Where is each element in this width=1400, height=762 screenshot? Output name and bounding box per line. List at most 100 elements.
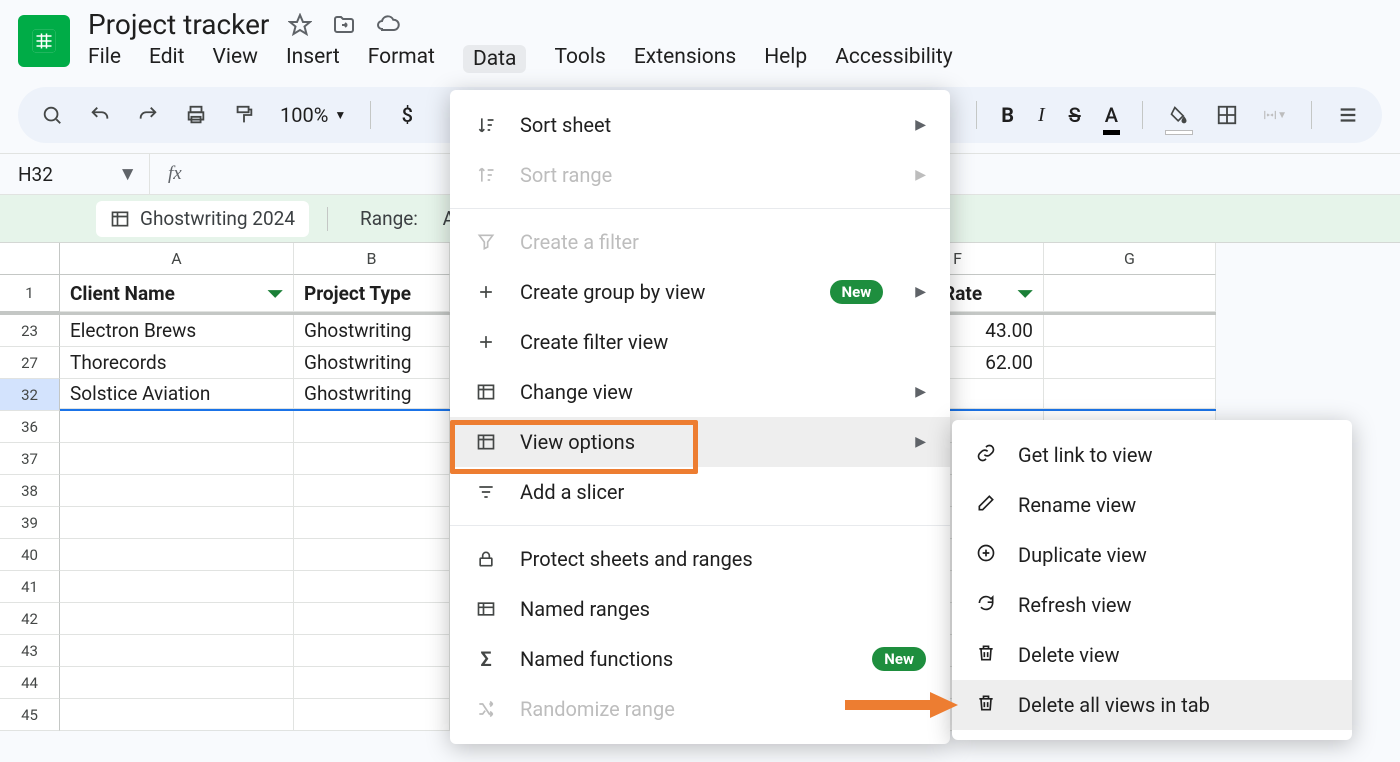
row-header-36[interactable]: 36 (0, 411, 60, 443)
zoom-select[interactable]: 100% ▼ (280, 103, 346, 127)
row-header-37[interactable]: 37 (0, 443, 60, 475)
lock-icon (474, 547, 498, 571)
row-header-39[interactable]: 39 (0, 507, 60, 539)
submenu-duplicate-view[interactable]: Duplicate view (952, 530, 1352, 580)
menu-create-group-view[interactable]: Create group by view New ▶ (450, 267, 950, 317)
sort-range-icon (474, 163, 498, 187)
filter-view-name[interactable]: Ghostwriting 2024 (96, 201, 309, 237)
view-options-submenu: Get link to view Rename view Duplicate v… (952, 420, 1352, 740)
table-view-icon (474, 380, 498, 404)
star-icon[interactable] (287, 12, 313, 38)
menu-protect-sheets[interactable]: Protect sheets and ranges (450, 534, 950, 584)
menu-view[interactable]: View (213, 45, 258, 73)
row-header-42[interactable]: 42 (0, 603, 60, 635)
cell[interactable]: Ghostwriting (294, 379, 450, 409)
filter-icon[interactable]: ⏷ (268, 282, 283, 305)
row-header-23[interactable]: 23 (0, 315, 60, 347)
doc-title[interactable]: Project tracker (88, 8, 269, 41)
col-header-b[interactable]: B (294, 243, 450, 275)
row-header-38[interactable]: 38 (0, 475, 60, 507)
fx-icon: fx (168, 163, 182, 185)
trash-icon (976, 693, 996, 718)
menu-data[interactable]: Data (463, 45, 527, 73)
cell-reference-box[interactable]: H32▼ (0, 154, 150, 194)
paint-format-icon[interactable] (232, 103, 256, 127)
print-icon[interactable] (184, 103, 208, 127)
bold-button[interactable]: B (1001, 103, 1014, 127)
row-header-41[interactable]: 41 (0, 571, 60, 603)
submenu-rename-view[interactable]: Rename view (952, 480, 1352, 530)
row-header-45[interactable]: 45 (0, 699, 60, 731)
menu-file[interactable]: File (88, 45, 121, 73)
menu-named-functions[interactable]: Σ Named functions New (450, 634, 950, 684)
named-ranges-icon (474, 597, 498, 621)
borders-button[interactable] (1215, 103, 1239, 127)
cloud-status-icon[interactable] (375, 12, 401, 38)
header-project-type[interactable]: Project Type (294, 275, 450, 312)
cell[interactable]: Ghostwriting (294, 347, 450, 379)
cell[interactable]: Thorecords (60, 347, 294, 379)
submenu-refresh-view[interactable]: Refresh view (952, 580, 1352, 630)
table-view-icon (474, 430, 498, 454)
currency-icon[interactable]: $ (395, 103, 419, 127)
menu-accessibility[interactable]: Accessibility (835, 45, 953, 73)
move-folder-icon[interactable] (331, 12, 357, 38)
search-icon[interactable] (40, 103, 64, 127)
undo-icon[interactable] (88, 103, 112, 127)
filter-icon[interactable]: ⏷ (1018, 282, 1033, 305)
menu-add-slicer[interactable]: Add a slicer (450, 467, 950, 517)
redo-icon[interactable] (136, 103, 160, 127)
menu-randomize-range: Randomize range (450, 684, 950, 734)
menu-edit[interactable]: Edit (149, 45, 185, 73)
menu-change-view[interactable]: Change view▶ (450, 367, 950, 417)
trash-icon (976, 643, 996, 668)
menu-format[interactable]: Format (368, 45, 435, 73)
link-icon (976, 443, 996, 468)
row-header-43[interactable]: 43 (0, 635, 60, 667)
menu-extensions[interactable]: Extensions (634, 45, 736, 73)
new-badge: New (872, 647, 926, 671)
cell[interactable]: Solstice Aviation (60, 379, 294, 409)
text-color-button[interactable]: A (1105, 103, 1118, 127)
menu-sort-sheet[interactable]: Sort sheet▶ (450, 100, 950, 150)
sort-icon (474, 113, 498, 137)
header-client-name[interactable]: Client Name⏷ (60, 275, 294, 312)
col-header-a[interactable]: A (60, 243, 294, 275)
row-header-27[interactable]: 27 (0, 347, 60, 379)
menu-view-options[interactable]: View options▶ (450, 417, 950, 467)
fill-color-button[interactable] (1167, 103, 1191, 127)
row-header-32[interactable]: 32 (0, 379, 60, 411)
new-badge: New (830, 280, 884, 304)
shuffle-icon (474, 697, 498, 721)
row-headers: 1 23 27 32 36 37 38 39 40 41 42 43 44 45 (0, 275, 60, 731)
submenu-delete-all-views[interactable]: Delete all views in tab (952, 680, 1352, 730)
row-header-1[interactable]: 1 (0, 275, 60, 315)
menubar: File Edit View Insert Format Data Tools … (88, 45, 953, 73)
menu-create-filter-view[interactable]: Create filter view (450, 317, 950, 367)
col-header-g[interactable]: G (1044, 243, 1216, 275)
align-button[interactable] (1336, 103, 1360, 127)
select-all-corner[interactable] (0, 243, 60, 275)
filter-icon (474, 230, 498, 254)
slicer-icon (474, 480, 498, 504)
pencil-icon (976, 493, 996, 518)
cell[interactable]: Electron Brews (60, 315, 294, 347)
data-menu-dropdown: Sort sheet▶ Sort range▶ Create a filter … (450, 90, 950, 744)
menu-insert[interactable]: Insert (286, 45, 340, 73)
menu-help[interactable]: Help (764, 45, 807, 73)
submenu-get-link[interactable]: Get link to view (952, 430, 1352, 480)
sheets-logo[interactable] (18, 15, 70, 67)
sigma-icon: Σ (474, 647, 498, 671)
menu-named-ranges[interactable]: Named ranges (450, 584, 950, 634)
submenu-delete-view[interactable]: Delete view (952, 630, 1352, 680)
cell[interactable]: Ghostwriting (294, 315, 450, 347)
table-view-icon (110, 209, 130, 229)
italic-button[interactable]: I (1038, 104, 1045, 127)
row-header-40[interactable]: 40 (0, 539, 60, 571)
row-header-44[interactable]: 44 (0, 667, 60, 699)
merge-cells-button[interactable]: ▼ (1263, 103, 1287, 127)
strikethrough-button[interactable]: S (1069, 103, 1081, 127)
menu-tools[interactable]: Tools (554, 45, 605, 73)
menu-sort-range: Sort range▶ (450, 150, 950, 200)
plus-icon (474, 280, 498, 304)
